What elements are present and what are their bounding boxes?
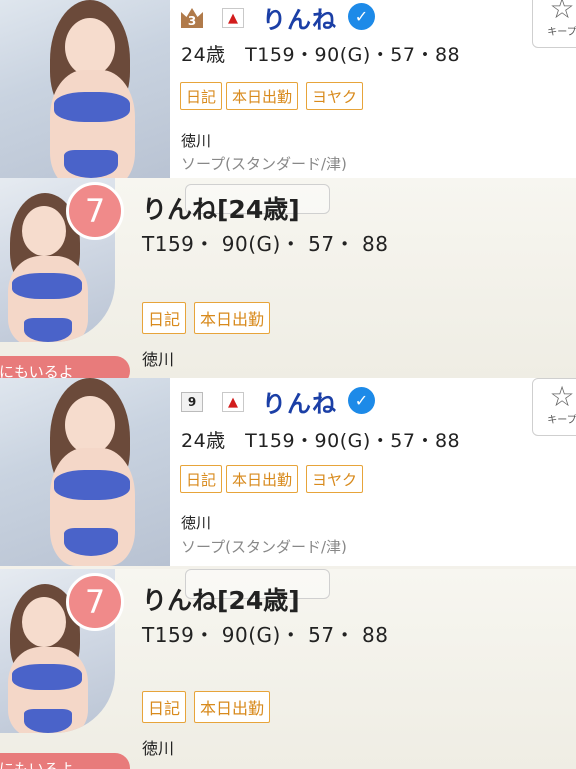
others-ribbon[interactable]: 他にもいるよ [0,753,130,769]
tag-reserve[interactable]: ヨヤク [306,465,364,493]
verified-checkmark-icon: ✓ [348,387,375,414]
rank-badge: 9 [181,392,203,412]
tag-diary[interactable]: 日記 [142,691,187,723]
listing-card[interactable]: 9 ▲ りんね ✓ 24歳 T159・90(G)・57・88 日記 本日出勤 ヨ… [0,378,576,566]
tag-today-working[interactable]: 本日出勤 [194,691,271,723]
profile-photo[interactable] [0,0,170,188]
cast-stats: T159・ 90(G)・ 57・ 88 [142,623,389,647]
cast-name-age[interactable]: りんね[24歳] [142,581,300,617]
cast-stats: T159・ 90(G)・ 57・ 88 [142,232,389,256]
keep-label: キープ [547,27,576,38]
listing-card[interactable]: 3 ▲ りんね ✓ 24歳 T159・90(G)・57・88 日記 本日出勤 ヨ… [0,0,576,188]
area-text: 徳川 [181,514,212,532]
genre-text: ソープ(スタンダード/津) [181,538,347,556]
rank-crown-badge: 3 [181,8,203,28]
tag-reserve[interactable]: ヨヤク [306,82,364,110]
listing-page: 3 ▲ りんね ✓ 24歳 T159・90(G)・57・88 日記 本日出勤 ヨ… [0,0,576,769]
cast-name[interactable]: りんね [262,0,337,35]
cast-stats: 24歳 T159・90(G)・57・88 [181,430,461,452]
rank-number-badge: 7 [66,182,124,240]
area-text: 徳川 [142,350,175,369]
cast-stats: 24歳 T159・90(G)・57・88 [181,44,461,66]
tag-diary[interactable]: 日記 [142,302,187,334]
star-icon: ☆ [549,380,575,413]
cast-name[interactable]: りんね [262,384,337,419]
area-text: 徳川 [181,132,212,150]
rank-number-badge: 7 [66,573,124,631]
keep-button[interactable]: ☆ キープ [532,378,576,436]
listing-detail-card[interactable]: 7 りんね[24歳] T159・ 90(G)・ 57・ 88 日記 本日出勤 徳… [0,178,576,386]
up-arrow-icon: ▲ [222,8,244,28]
genre-text: ソープ(スタンダード/津) [181,155,347,173]
star-icon: ☆ [549,0,575,25]
tag-today-working[interactable]: 本日出勤 [226,82,299,110]
verified-checkmark-icon: ✓ [348,3,375,30]
listing-detail-card[interactable]: 7 りんね[24歳] T159・ 90(G)・ 57・ 88 日記 本日出勤 徳… [0,569,576,769]
keep-button[interactable]: ☆ キープ [532,0,576,48]
keep-label: キープ [547,415,576,426]
area-text: 徳川 [142,739,175,758]
tag-diary[interactable]: 日記 [180,465,223,493]
cast-name-age[interactable]: りんね[24歳] [142,190,300,226]
up-arrow-icon: ▲ [222,392,244,412]
profile-photo[interactable] [0,378,170,566]
tag-today-working[interactable]: 本日出勤 [194,302,271,334]
tag-diary[interactable]: 日記 [180,82,223,110]
tag-today-working[interactable]: 本日出勤 [226,465,299,493]
others-ribbon-label: 他にもいるよ [0,759,74,769]
